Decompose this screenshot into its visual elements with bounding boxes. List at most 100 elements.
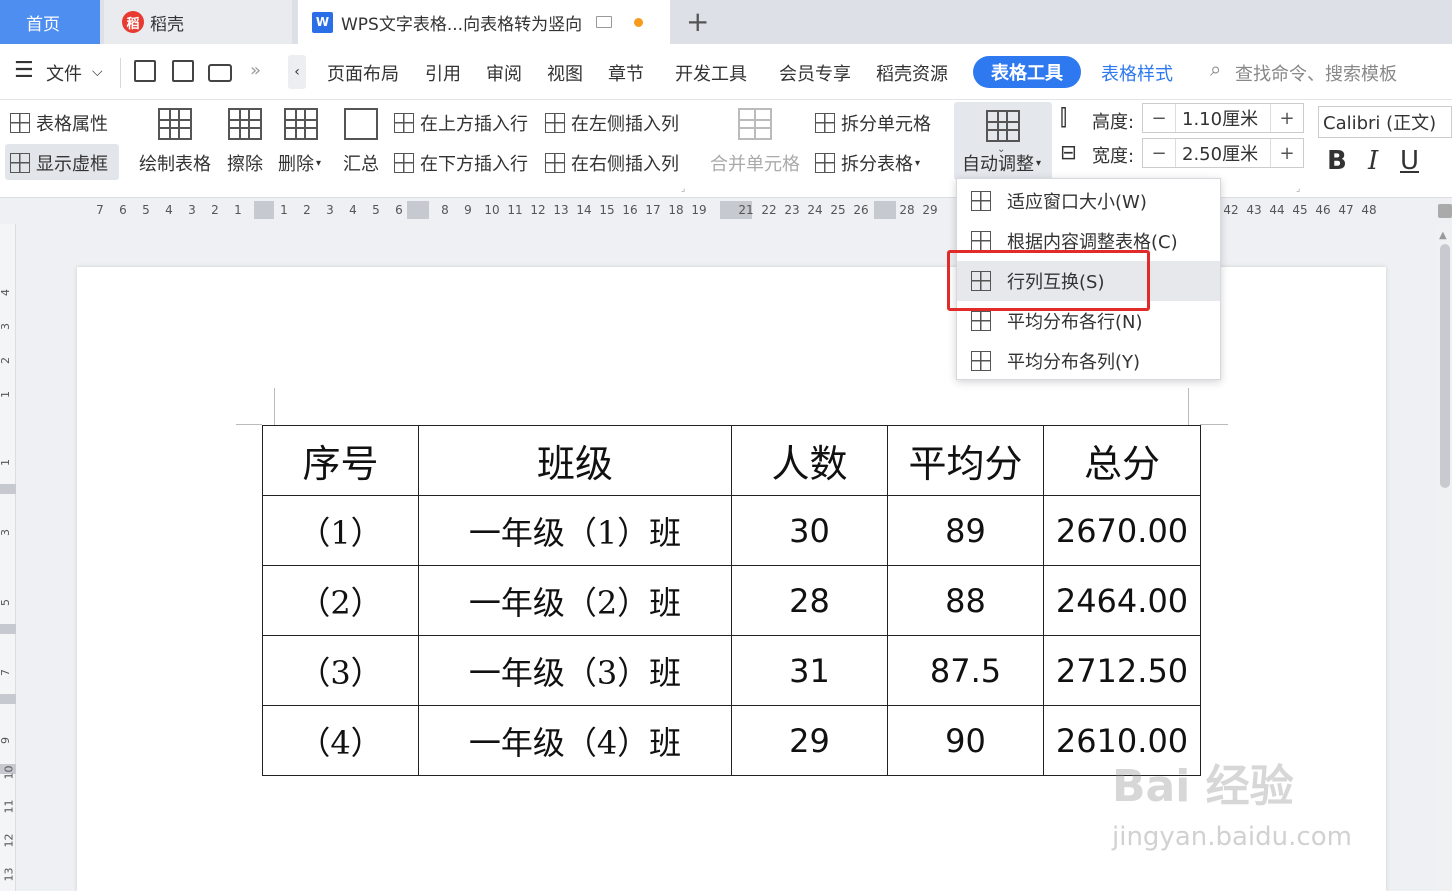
horizontal-ruler[interactable]: 7 6 5 4 3 2 1 1 2 3 4 5 6 8 9 10 11 12 13 14 15 16 17 18 19 21 22 2… [0,198,1452,224]
delete-button[interactable]: 删除 ▾ [278,150,321,176]
crop-mark [1188,388,1189,425]
ruler-tick-label: 10 [2,765,16,780]
header-cell[interactable]: 人数 [731,425,888,496]
delete-label: 删除 [278,154,314,175]
menu-review[interactable]: 审阅 [486,60,522,86]
menu-item-distribute-cols[interactable]: 平均分布各列(Y) [957,341,1220,381]
table-cell[interactable]: 2712.50 [1043,635,1201,706]
merge-cells-button[interactable]: 合并单元格 [710,150,800,176]
menu-references[interactable]: 引用 [425,60,461,86]
chevron-down-icon[interactable]: ⌵ [92,64,103,80]
menu-item-fit-window[interactable]: 适应窗口大小(W) [957,181,1220,221]
ruler-tick-label: 24 [807,203,823,217]
insert-row-above-button[interactable]: 在上方插入行 [394,110,528,136]
table-cell[interactable]: 30 [731,495,888,566]
table-cell[interactable]: （1） [262,495,419,566]
insert-col-right-button[interactable]: 在右侧插入列 [545,150,679,176]
height-plus-button[interactable]: + [1271,108,1303,129]
table-cell[interactable]: 一年级（2）班 [418,565,732,636]
save-icon[interactable] [134,60,156,82]
table-cell[interactable]: 一年级（1）班 [418,495,732,566]
table-cell[interactable]: 一年级（4）班 [418,705,732,776]
tab-document[interactable]: W WPS文字表格...向表格转为竖向 [298,0,670,44]
insert-row-below-button[interactable]: 在下方插入行 [394,150,528,176]
tab-table-style[interactable]: 表格样式 [1101,60,1173,86]
table-header-row: 序号 班级 人数 平均分 总分 [262,425,1201,496]
wps-writer-icon: W [312,11,333,33]
table-cell[interactable]: 2670.00 [1043,495,1201,566]
draw-table-button[interactable]: 绘制表格 [139,150,211,176]
search-icon[interactable]: ⌕ [1210,57,1221,81]
vertical-ruler[interactable]: 4 3 2 1 1 3 5 7 9 10 11 12 13 [0,224,16,891]
insert-col-left-button[interactable]: 在左侧插入列 [545,110,679,136]
group-expand-icon[interactable]: ⌟ [1296,184,1300,194]
tab-home[interactable]: 首页 [0,0,100,44]
menu-item-label: 平均分布各列(Y) [1007,352,1141,373]
ruler-toggle-icon[interactable] [1438,204,1452,218]
width-plus-button[interactable]: + [1271,143,1303,164]
table-cell[interactable]: 89 [887,495,1044,566]
header-cell[interactable]: 平均分 [887,425,1044,496]
export-icon[interactable] [172,60,194,82]
draw-table-icon [158,108,192,140]
table-cell[interactable]: 29 [731,705,888,776]
summary-button[interactable]: 汇总 [343,150,379,176]
monitor-icon[interactable] [596,16,613,28]
table-properties-icon [10,113,30,133]
hamburger-icon[interactable]: ☰ [14,58,34,83]
menu-view[interactable]: 视图 [547,60,583,86]
height-input[interactable]: 1.10厘米 [1175,104,1271,132]
scroll-left-icon[interactable]: ‹ [288,55,306,89]
width-label: 宽度: [1092,146,1135,167]
width-minus-button[interactable]: − [1143,143,1175,164]
bold-button[interactable]: B [1327,146,1347,176]
erase-button[interactable]: 擦除 [227,150,263,176]
menu-item-label: 适应窗口大小(W) [1007,192,1147,213]
width-stepper[interactable]: − 2.50厘米 + [1142,138,1304,168]
table-cell[interactable]: 88 [887,565,1044,636]
new-tab-plus-icon[interactable]: + [686,6,709,38]
table-properties-button[interactable]: 表格属性 [10,110,108,136]
menu-file[interactable]: 文件 [46,60,82,86]
tab-table-tools[interactable]: 表格工具 [973,56,1081,88]
table-cell[interactable]: （3） [262,635,419,706]
table-cell[interactable]: （4） [262,705,419,776]
underline-button[interactable]: U [1400,146,1419,176]
header-cell[interactable]: 班级 [418,425,732,496]
menu-chapter[interactable]: 章节 [608,60,644,86]
menu-member[interactable]: 会员专享 [779,60,851,86]
show-grid-button[interactable]: 显示虚框 [10,150,108,176]
scrollbar-thumb[interactable] [1440,244,1450,488]
scroll-up-icon[interactable]: ▲ [1439,230,1447,241]
header-cell[interactable]: 序号 [262,425,419,496]
font-select[interactable]: Calibri (正文) [1318,106,1452,138]
table-cell[interactable]: 2464.00 [1043,565,1201,636]
data-table[interactable]: 序号 班级 人数 平均分 总分 （1） 一年级（1）班 30 89 2670.0… [262,425,1201,776]
menu-page-layout[interactable]: 页面布局 [327,60,399,86]
table-row: （3） 一年级（3）班 31 87.5 2712.50 [262,635,1201,706]
table-cell[interactable]: 28 [731,565,888,636]
split-cell-label: 拆分单元格 [841,114,931,135]
height-label: 高度: [1092,112,1135,133]
header-cell[interactable]: 总分 [1043,425,1201,496]
ruler-tick-label: 3 [0,323,12,330]
menu-developer[interactable]: 开发工具 [675,60,747,86]
split-table-button[interactable]: 拆分表格 ▾ [815,150,920,176]
width-input[interactable]: 2.50厘米 [1175,139,1271,167]
table-cell[interactable]: 90 [887,705,1044,776]
table-cell[interactable]: 一年级（3）班 [418,635,732,706]
ruler-tick-label: 12 [530,203,546,217]
split-cell-button[interactable]: 拆分单元格 [815,110,931,136]
print-icon[interactable] [208,64,232,82]
search-commands[interactable]: 查找命令、搜索模板 [1235,60,1397,86]
menu-docer-resources[interactable]: 稻壳资源 [876,60,948,86]
more-icon[interactable]: » [250,60,261,81]
group-expand-icon[interactable]: ⌟ [681,184,685,194]
italic-button[interactable]: I [1368,146,1378,176]
table-cell[interactable]: （2） [262,565,419,636]
tab-docer[interactable]: 稻 稻壳 [104,0,292,44]
height-stepper[interactable]: − 1.10厘米 + [1142,103,1304,133]
height-minus-button[interactable]: − [1143,108,1175,129]
table-cell[interactable]: 87.5 [887,635,1044,706]
table-cell[interactable]: 31 [731,635,888,706]
